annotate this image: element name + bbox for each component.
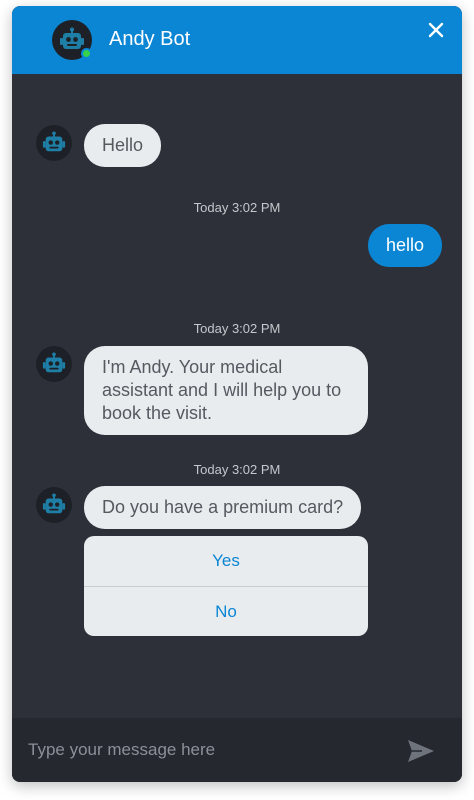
online-status-dot xyxy=(81,48,92,59)
chat-title: Andy Bot xyxy=(109,28,191,50)
quick-replies: Yes No xyxy=(84,536,368,636)
quick-reply-no[interactable]: No xyxy=(84,586,368,636)
message-timestamp: Today 3:02 PM xyxy=(193,462,281,477)
message-composer xyxy=(12,718,462,782)
bot-avatar xyxy=(36,125,72,161)
chat-widget: Andy Bot Hello Today 3:02 PM hello Today… xyxy=(12,6,462,782)
message-timestamp: Today 3:02 PM xyxy=(193,321,281,336)
bot-avatar xyxy=(36,346,72,382)
message-timestamp: Today 3:02 PM xyxy=(193,200,281,215)
robot-icon xyxy=(42,352,66,373)
bot-message: Do you have a premium card? xyxy=(84,486,362,529)
bot-avatar xyxy=(36,487,72,523)
robot-icon xyxy=(42,131,66,152)
quick-reply-yes[interactable]: Yes xyxy=(84,536,368,586)
bot-message: Hello xyxy=(84,124,162,167)
bot-message: I'm Andy. Your medical assistant and I w… xyxy=(84,346,368,435)
user-message: hello xyxy=(368,224,443,267)
send-button[interactable] xyxy=(406,738,436,764)
chat-header: Andy Bot xyxy=(12,6,462,74)
robot-icon xyxy=(60,27,84,49)
send-icon xyxy=(408,740,434,762)
close-button[interactable] xyxy=(424,18,448,42)
message-input[interactable] xyxy=(28,732,398,768)
close-icon xyxy=(428,22,444,38)
robot-icon xyxy=(42,493,66,514)
